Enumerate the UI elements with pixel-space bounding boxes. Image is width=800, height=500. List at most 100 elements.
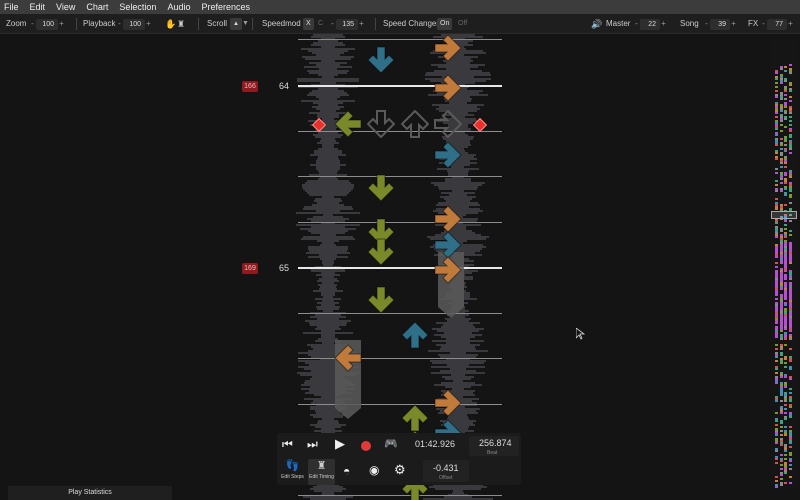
speed-changes-on-toggle[interactable]: On bbox=[437, 18, 453, 30]
menu-view[interactable]: View bbox=[56, 2, 75, 12]
minimap-note bbox=[775, 256, 778, 258]
menu-preferences[interactable]: Preferences bbox=[201, 2, 250, 12]
down-arrow-note-icon[interactable] bbox=[367, 286, 395, 314]
edit-steps-button[interactable]: 👣 Edit Steps bbox=[279, 459, 306, 485]
minimap-note bbox=[788, 220, 792, 222]
master-decrement-button[interactable]: - bbox=[633, 18, 640, 30]
speedmod-value[interactable]: 135 bbox=[336, 18, 358, 30]
minimap-viewport[interactable] bbox=[771, 211, 797, 219]
play-icon[interactable]: ▶ bbox=[335, 436, 345, 452]
left-arrow-note-icon[interactable] bbox=[334, 110, 362, 138]
zoom-increment-button[interactable]: + bbox=[58, 18, 65, 30]
song-decrement-button[interactable]: - bbox=[703, 18, 710, 30]
zoom-decrement-button[interactable]: - bbox=[29, 18, 36, 30]
playback-spinner[interactable]: - 100 + bbox=[116, 18, 152, 30]
fx-value[interactable]: 77 bbox=[767, 18, 787, 30]
skip-back-icon[interactable]: ⏮ bbox=[282, 437, 293, 452]
minimap-note bbox=[784, 404, 787, 406]
speedmod-spinner[interactable]: - 135 + bbox=[329, 18, 365, 30]
minimap-note bbox=[788, 124, 792, 126]
minimap-note bbox=[775, 82, 778, 84]
playback-increment-button[interactable]: + bbox=[145, 18, 152, 30]
minimap-note bbox=[775, 462, 778, 464]
beat-display[interactable]: 256.874 bbox=[479, 438, 512, 448]
playback-value[interactable]: 100 bbox=[123, 18, 145, 30]
minimap-note bbox=[788, 388, 792, 390]
minimap-note bbox=[784, 220, 787, 222]
scroll-up-icon[interactable]: ▲ bbox=[230, 18, 242, 30]
minimap-note bbox=[775, 476, 778, 478]
song-label: Song bbox=[680, 19, 699, 28]
record-icon[interactable] bbox=[361, 441, 371, 451]
measure-number: 64 bbox=[279, 81, 290, 91]
chart-minimap[interactable] bbox=[771, 40, 797, 490]
chart-editor[interactable]: 166 64 169 65 66 bbox=[0, 34, 800, 500]
menu-file[interactable]: File bbox=[4, 2, 19, 12]
hand-icon[interactable]: ✋ bbox=[165, 18, 176, 30]
offset-display[interactable]: -0.431 bbox=[433, 463, 459, 473]
eye-icon[interactable]: ◉ bbox=[369, 463, 379, 477]
speedmod-x-toggle[interactable]: X bbox=[303, 18, 314, 30]
minimap-note bbox=[788, 392, 792, 394]
song-spinner[interactable]: - 39 + bbox=[703, 18, 737, 30]
song-increment-button[interactable]: + bbox=[730, 18, 737, 30]
right-arrow-note-icon[interactable] bbox=[434, 141, 462, 169]
hide-icon[interactable]: ◓ bbox=[343, 464, 350, 478]
piano-icon[interactable]: ♜ bbox=[177, 18, 185, 30]
speedmod-decrement-button[interactable]: - bbox=[329, 18, 336, 30]
speedmod-c-toggle[interactable]: C bbox=[315, 18, 326, 30]
left-arrow-note-icon[interactable] bbox=[334, 344, 362, 372]
skip-forward-icon[interactable]: ⏭ bbox=[307, 437, 318, 452]
settings-gear-icon[interactable]: ⚙ bbox=[394, 462, 406, 478]
right-arrow-note-icon[interactable] bbox=[434, 231, 462, 259]
minimap-note bbox=[784, 204, 787, 206]
speedmod-increment-button[interactable]: + bbox=[358, 18, 365, 30]
right-arrow-note-icon[interactable] bbox=[434, 205, 462, 233]
play-statistics-tab[interactable]: Play Statistics bbox=[8, 486, 172, 500]
edit-timing-button[interactable]: ♜ Edit Timing bbox=[308, 459, 335, 485]
menu-selection[interactable]: Selection bbox=[119, 2, 156, 12]
playback-decrement-button[interactable]: - bbox=[116, 18, 123, 30]
down-arrow-note-icon[interactable] bbox=[367, 238, 395, 266]
fx-spinner[interactable]: - 77 + bbox=[760, 18, 794, 30]
minimap-note bbox=[775, 400, 778, 402]
minimap-note bbox=[788, 460, 792, 462]
menu-edit[interactable]: Edit bbox=[30, 2, 46, 12]
right-arrow-note-icon[interactable] bbox=[434, 389, 462, 417]
up-arrow-note-icon[interactable] bbox=[401, 321, 429, 349]
minimap-note bbox=[779, 144, 783, 146]
right-arrow-note-icon[interactable] bbox=[434, 74, 462, 102]
minimap-note bbox=[784, 358, 787, 360]
fx-decrement-button[interactable]: - bbox=[760, 18, 767, 30]
zoom-value[interactable]: 100 bbox=[36, 18, 58, 30]
menu-chart[interactable]: Chart bbox=[86, 2, 108, 12]
minimap-note bbox=[775, 382, 778, 384]
minimap-note bbox=[779, 148, 783, 150]
master-spinner[interactable]: - 22 + bbox=[633, 18, 667, 30]
down-arrow-note-icon[interactable] bbox=[367, 46, 395, 74]
receptor-right-arrow-icon bbox=[434, 110, 462, 138]
minimap-note bbox=[788, 230, 792, 232]
minimap-note bbox=[784, 94, 787, 96]
scroll-down-icon[interactable]: ▼ bbox=[242, 18, 249, 30]
master-value[interactable]: 22 bbox=[640, 18, 660, 30]
minimap-note bbox=[775, 372, 778, 374]
minimap-note bbox=[784, 400, 787, 402]
right-arrow-note-icon[interactable] bbox=[434, 34, 462, 62]
speed-changes-off-toggle[interactable]: Off bbox=[455, 18, 470, 30]
right-arrow-note-icon[interactable] bbox=[434, 256, 462, 284]
master-increment-button[interactable]: + bbox=[660, 18, 667, 30]
up-arrow-note-icon[interactable] bbox=[401, 404, 429, 432]
down-arrow-note-icon[interactable] bbox=[367, 174, 395, 202]
menu-audio[interactable]: Audio bbox=[167, 2, 190, 12]
minimap-note bbox=[784, 90, 787, 92]
fx-increment-button[interactable]: + bbox=[787, 18, 794, 30]
zoom-spinner[interactable]: - 100 + bbox=[29, 18, 65, 30]
minimap-note bbox=[784, 150, 787, 152]
song-value[interactable]: 39 bbox=[710, 18, 730, 30]
minimap-note bbox=[784, 450, 787, 452]
toolbar: Zoom - 100 + Playback - 100 + ✋ ♜ Scroll… bbox=[0, 14, 800, 34]
gamepad-icon[interactable]: 🎮 bbox=[384, 437, 398, 450]
minimap-note bbox=[788, 190, 792, 192]
minimap-note bbox=[775, 78, 778, 80]
